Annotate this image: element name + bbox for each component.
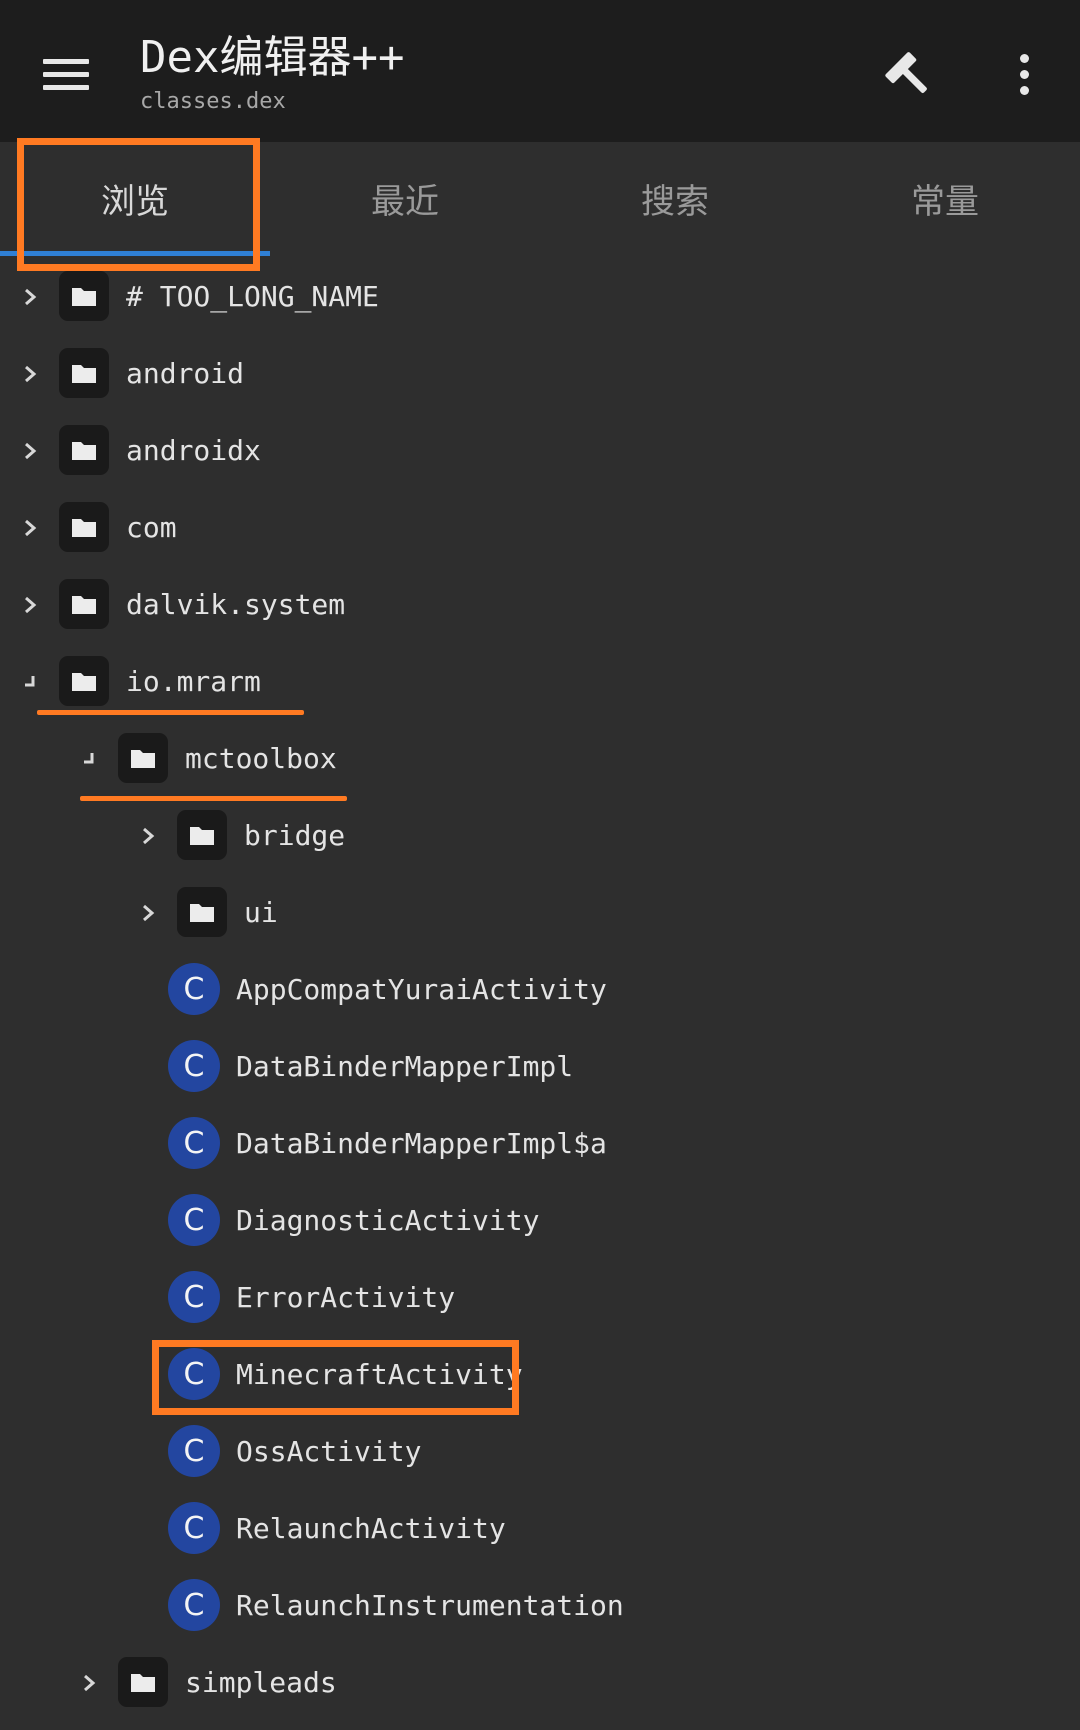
folder-icon — [59, 502, 109, 552]
tree-row-label: DataBinderMapperImpl$a — [236, 1127, 607, 1160]
tree-row-io-mrarm[interactable]: io.mrarm — [0, 643, 1080, 720]
tree-row-label: com — [126, 511, 177, 544]
tab-browse[interactable]: 浏览 — [0, 142, 270, 254]
app-title: Dex编辑器++ — [140, 32, 405, 83]
tab-recent[interactable]: 最近 — [270, 142, 540, 254]
tree-row-label: io.mrarm — [126, 665, 261, 698]
chevron-right-icon[interactable] — [15, 258, 45, 335]
tree-row-label: bridge — [244, 819, 346, 852]
tree-row-class-databindermapperimpl[interactable]: C DataBinderMapperImpl — [0, 1028, 1080, 1105]
menu-bar — [43, 84, 89, 90]
tree-row-class-databindermapperimpl-a[interactable]: C DataBinderMapperImpl$a — [0, 1105, 1080, 1182]
chevron-right-icon[interactable] — [15, 489, 45, 566]
tree-row-bridge[interactable]: bridge — [0, 797, 1080, 874]
class-badge-icon: C — [168, 1502, 220, 1554]
more-dot — [1019, 53, 1029, 63]
tree-row-label: mctoolbox — [185, 742, 337, 775]
tree-row-class-ossactivity[interactable]: C OssActivity — [0, 1413, 1080, 1490]
hammer-icon-graphic — [885, 52, 927, 93]
tree-row-label: MinecraftActivity — [236, 1358, 523, 1391]
menu-bar — [43, 58, 89, 64]
tree-row-label: ErrorActivity — [236, 1281, 456, 1314]
tree-row-label: androidx — [126, 434, 261, 467]
tree-row-label: # TOO_LONG_NAME — [126, 280, 379, 313]
folder-icon — [59, 425, 109, 475]
folder-icon — [59, 271, 109, 321]
tree-row-class-relaunchinstrumentation[interactable]: C RelaunchInstrumentation — [0, 1567, 1080, 1644]
tree-row-class-minecraftactivity[interactable]: C MinecraftActivity — [0, 1336, 1080, 1413]
hammer-icon[interactable] — [872, 36, 948, 112]
chevron-right-icon[interactable] — [15, 335, 45, 412]
tree-row-dalvik-system[interactable]: dalvik.system — [0, 566, 1080, 643]
folder-icon — [118, 1657, 168, 1707]
class-badge-icon: C — [168, 963, 220, 1015]
tree-row-class-relaunchactivity[interactable]: C RelaunchActivity — [0, 1490, 1080, 1567]
chevron-right-icon[interactable] — [15, 566, 45, 643]
class-badge-icon: C — [168, 1579, 220, 1631]
tree-row-label: RelaunchInstrumentation — [236, 1589, 624, 1622]
folder-icon — [59, 579, 109, 629]
tree-row-label: OssActivity — [236, 1435, 422, 1468]
folder-icon — [177, 887, 227, 937]
tree-row-label: android — [126, 357, 245, 390]
tree-row-too-long-name[interactable]: # TOO_LONG_NAME — [0, 258, 1080, 335]
tree-row-label: ui — [244, 896, 278, 929]
tree-row-androidx[interactable]: androidx — [0, 412, 1080, 489]
app-bar: Dex编辑器++ classes.dex — [0, 0, 1080, 142]
more-dot — [1019, 69, 1029, 79]
folder-icon — [118, 733, 168, 783]
chevron-expanded-icon[interactable] — [15, 643, 45, 720]
tree-row-com[interactable]: com — [0, 489, 1080, 566]
tree-row-ui[interactable]: ui — [0, 874, 1080, 951]
class-badge-icon: C — [168, 1040, 220, 1092]
menu-bar — [43, 71, 89, 77]
tree-row-class-erroractivity[interactable]: C ErrorActivity — [0, 1259, 1080, 1336]
tree-row-label: dalvik.system — [126, 588, 346, 621]
tree-row-label: RelaunchActivity — [236, 1512, 506, 1545]
class-badge-icon: C — [168, 1117, 220, 1169]
tree-row-label: AppCompatYuraiActivity — [236, 973, 607, 1006]
tree-row-label: DiagnosticActivity — [236, 1204, 540, 1237]
more-vert-icon[interactable] — [986, 36, 1062, 112]
tab-constants[interactable]: 常量 — [810, 142, 1080, 254]
tree-row-simpleads[interactable]: simpleads — [0, 1644, 1080, 1721]
tree-row-label: DataBinderMapperImpl — [236, 1050, 574, 1083]
class-badge-icon: C — [168, 1271, 220, 1323]
chevron-right-icon[interactable] — [15, 412, 45, 489]
tab-search[interactable]: 搜索 — [540, 142, 810, 254]
tree-row-class-diagnosticactivity[interactable]: C DiagnosticActivity — [0, 1182, 1080, 1259]
chevron-right-icon[interactable] — [133, 797, 163, 874]
class-badge-icon: C — [168, 1348, 220, 1400]
tree-row-class-appcompatyuraiactivity[interactable]: C AppCompatYuraiActivity — [0, 951, 1080, 1028]
folder-icon — [59, 348, 109, 398]
chevron-right-icon[interactable] — [74, 1644, 104, 1721]
class-badge-icon: C — [168, 1425, 220, 1477]
app-subtitle: classes.dex — [140, 89, 286, 114]
more-dot — [1019, 85, 1029, 95]
tree-row-label: simpleads — [185, 1666, 337, 1699]
chevron-expanded-icon[interactable] — [74, 720, 104, 797]
tab-bar: 浏览 最近 搜索 常量 — [0, 142, 1080, 254]
tree-row-mctoolbox[interactable]: mctoolbox — [0, 720, 1080, 797]
hamburger-menu-icon[interactable] — [28, 36, 104, 112]
tree-row-android[interactable]: android — [0, 335, 1080, 412]
class-badge-icon: C — [168, 1194, 220, 1246]
folder-icon — [59, 656, 109, 706]
chevron-right-icon[interactable] — [133, 874, 163, 951]
active-tab-indicator — [0, 251, 270, 256]
folder-icon — [177, 810, 227, 860]
